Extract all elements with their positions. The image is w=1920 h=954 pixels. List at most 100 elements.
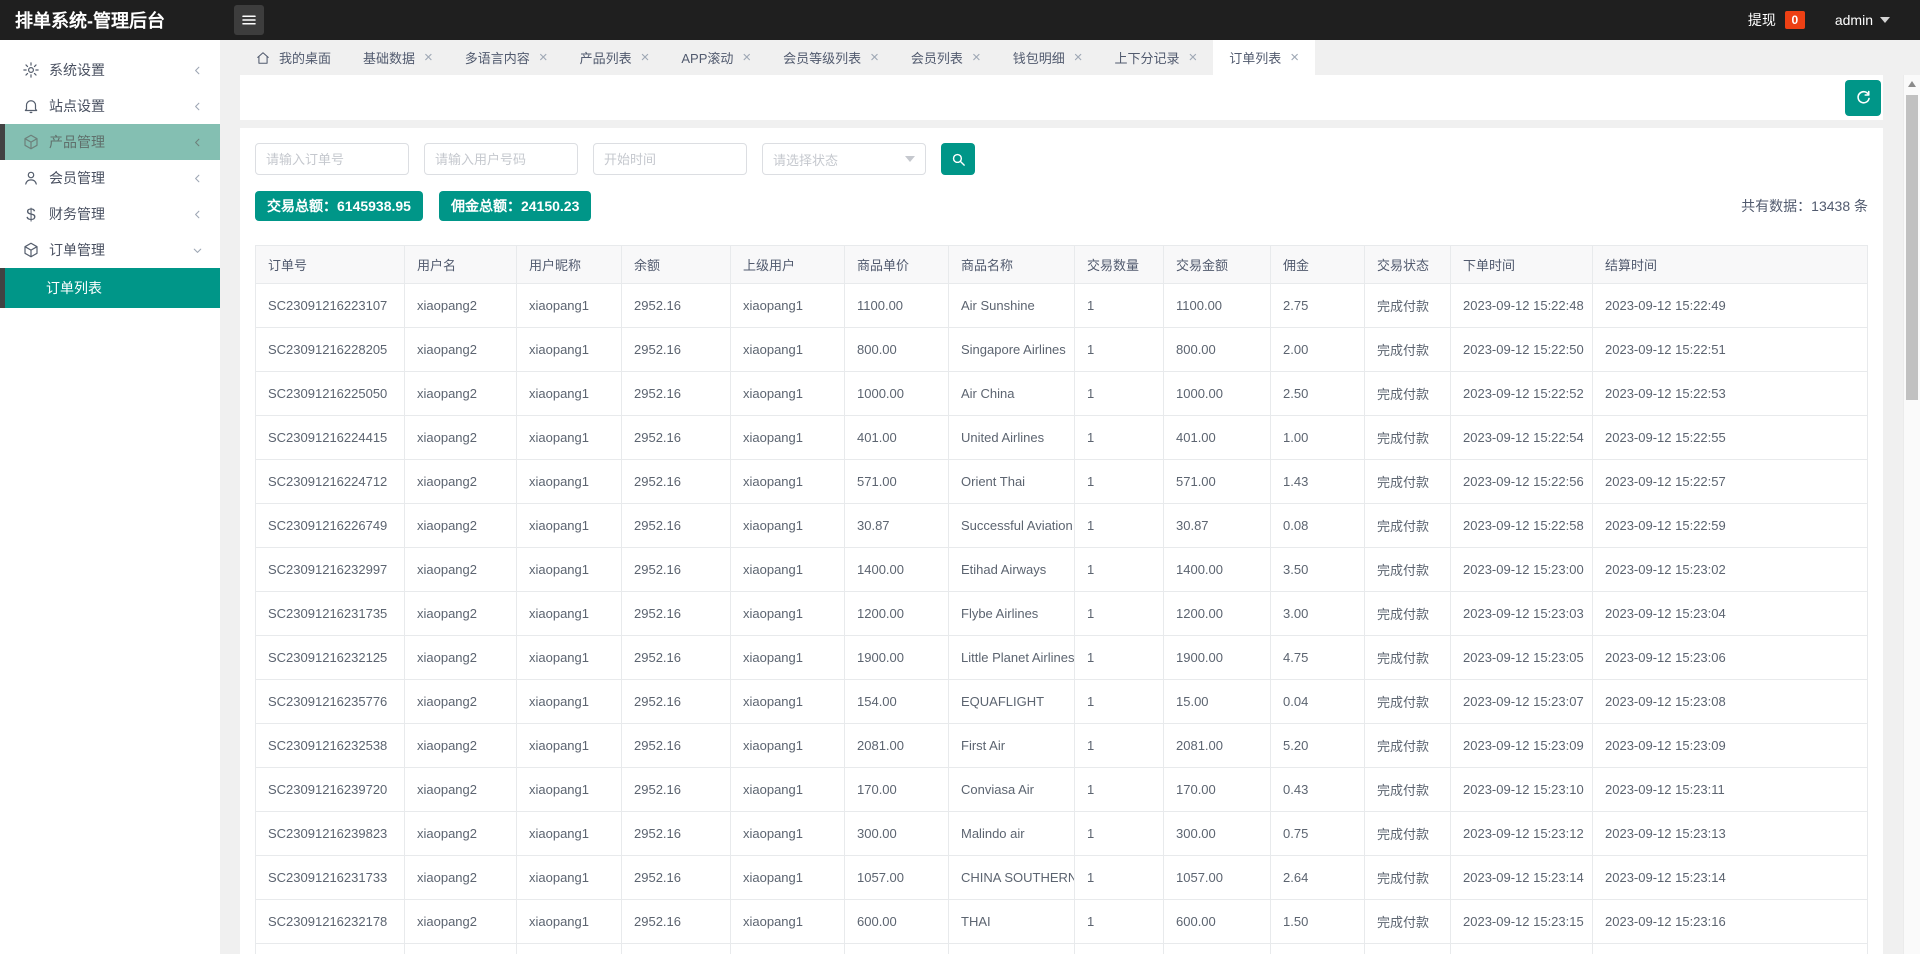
table-cell: 完成付款 (1365, 372, 1451, 416)
sidebar-toggle-button[interactable] (234, 5, 264, 35)
table-cell: 2023-09-12 15:22:54 (1451, 416, 1593, 460)
table-cell: xiaopang1 (517, 416, 622, 460)
table-cell: xiaopang1 (517, 856, 622, 900)
sidebar-item-2[interactable]: 产品管理 (0, 124, 220, 160)
trade-total-button[interactable]: 交易总额：6145938.95 (255, 191, 423, 221)
table-cell: SC23091216231735 (256, 592, 405, 636)
table-cell: First Air (949, 724, 1075, 768)
table-cell: xiaopang1 (731, 328, 845, 372)
search-button[interactable] (941, 143, 975, 175)
table-cell: Orient Thai (949, 460, 1075, 504)
table-cell: xiaopang1 (731, 416, 845, 460)
sidebar-item-5[interactable]: 订单管理 (0, 232, 220, 268)
table-cell: 完成付款 (1365, 856, 1451, 900)
close-icon[interactable]: × (641, 50, 650, 65)
table-cell: 2023-09-12 15:23:00 (1451, 548, 1593, 592)
table-cell: xiaopang2 (405, 592, 517, 636)
content-scroll-region: 请选择状态 交易总额：6145938.95 佣金总额：24150.23 共有数据… (220, 75, 1903, 954)
table-cell: 2023-09-12 15:23:15 (1451, 900, 1593, 944)
table-cell: 2.00 (1271, 328, 1365, 372)
tab-8[interactable]: 上下分记录× (1098, 40, 1213, 75)
table-cell: xiaopang1 (731, 548, 845, 592)
column-header: 余额 (622, 246, 731, 284)
user-no-input[interactable] (424, 143, 578, 175)
chevron-left-icon (191, 64, 204, 77)
table-cell: 1 (1075, 724, 1164, 768)
table-cell: 800.00 (845, 328, 949, 372)
tab-3[interactable]: 产品列表× (564, 40, 666, 75)
tab-label: APP滚动 (681, 48, 733, 67)
tab-7[interactable]: 钱包明细× (997, 40, 1099, 75)
bell-icon (22, 97, 40, 115)
table-cell: 1000.00 (845, 372, 949, 416)
table-cell: xiaopang1 (517, 460, 622, 504)
sidebar-item-label: 会员管理 (49, 168, 191, 188)
close-icon[interactable]: × (972, 50, 981, 65)
table-cell: xiaopang1 (517, 900, 622, 944)
order-no-input[interactable] (255, 143, 409, 175)
table-cell: Etihad Airways (949, 548, 1075, 592)
table-cell: 1 (1075, 504, 1164, 548)
table-cell: 1.00 (1271, 416, 1365, 460)
tab-1[interactable]: 基础数据× (347, 40, 449, 75)
table-cell: 1 (1075, 416, 1164, 460)
close-icon[interactable]: × (1189, 50, 1198, 65)
chevron-left-icon (191, 100, 204, 113)
sidebar-item-0[interactable]: 系统设置 (0, 52, 220, 88)
column-header: 商品名称 (949, 246, 1075, 284)
tab-0[interactable]: 我的桌面 (240, 40, 347, 75)
close-icon[interactable]: × (539, 50, 548, 65)
user-dropdown[interactable]: admin (1835, 12, 1890, 28)
tab-6[interactable]: 会员列表× (895, 40, 997, 75)
table-cell: xiaopang1 (731, 284, 845, 328)
panel-gap (240, 120, 1883, 128)
tab-5[interactable]: 会员等级列表× (767, 40, 895, 75)
table-cell: 1 (1075, 812, 1164, 856)
table-cell: xiaopang2 (405, 724, 517, 768)
close-icon[interactable]: × (1290, 50, 1299, 65)
column-header: 交易金额 (1164, 246, 1271, 284)
table-header-row: 订单号用户名用户昵称余额上级用户商品单价商品名称交易数量交易金额佣金交易状态下单… (256, 246, 1868, 284)
table-cell: 1400.00 (1164, 548, 1271, 592)
withdraw-menu-item[interactable]: 提现 0 (1748, 10, 1805, 30)
table-cell: xiaopang1 (731, 504, 845, 548)
table-cell: 2952.16 (622, 724, 731, 768)
table-cell: 2952.16 (622, 284, 731, 328)
table-cell: 2952.16 (622, 900, 731, 944)
chevron-down-icon (905, 156, 915, 162)
close-icon[interactable]: × (424, 50, 433, 65)
table-cell: SC23091216232125 (256, 636, 405, 680)
tab-9[interactable]: 订单列表× (1213, 40, 1315, 75)
table-cell: xiaopang1 (731, 592, 845, 636)
sidebar-item-1[interactable]: 站点设置 (0, 88, 220, 124)
sidebar-item-4[interactable]: $财务管理 (0, 196, 220, 232)
table-cell: 2081.00 (1164, 724, 1271, 768)
scrollbar-thumb[interactable] (1906, 95, 1918, 400)
table-cell: xiaopang1 (731, 944, 845, 954)
table-cell: xiaopang2 (405, 504, 517, 548)
table-cell: xiaopang1 (517, 944, 622, 954)
table-cell: 1 (1075, 636, 1164, 680)
close-icon[interactable]: × (742, 50, 751, 65)
close-icon[interactable]: × (870, 50, 879, 65)
sidebar-subitem[interactable]: 订单列表 (0, 268, 220, 308)
commission-total-button[interactable]: 佣金总额：24150.23 (439, 191, 591, 221)
close-icon[interactable]: × (1074, 50, 1083, 65)
order-list-panel: 请选择状态 交易总额：6145938.95 佣金总额：24150.23 共有数据… (240, 128, 1883, 954)
scrollbar-up-arrow[interactable] (1908, 81, 1916, 87)
table-cell: xiaopang2 (405, 416, 517, 460)
tab-2[interactable]: 多语言内容× (449, 40, 564, 75)
table-cell: 2023-09-12 15:23:02 (1593, 548, 1868, 592)
chevron-down-icon (191, 244, 204, 257)
table-cell: xiaopang1 (517, 504, 622, 548)
sidebar-item-label: 系统设置 (49, 60, 191, 80)
refresh-button[interactable] (1845, 80, 1881, 116)
sidebar-item-3[interactable]: 会员管理 (0, 160, 220, 196)
tab-4[interactable]: APP滚动 × (665, 40, 767, 75)
table-cell: 完成付款 (1365, 416, 1451, 460)
table-cell: 2023-09-12 15:22:51 (1593, 328, 1868, 372)
start-time-input[interactable] (593, 143, 747, 175)
status-select[interactable]: 请选择状态 (762, 143, 926, 175)
table-cell: 0.04 (1271, 680, 1365, 724)
chevron-down-icon (1880, 17, 1890, 23)
